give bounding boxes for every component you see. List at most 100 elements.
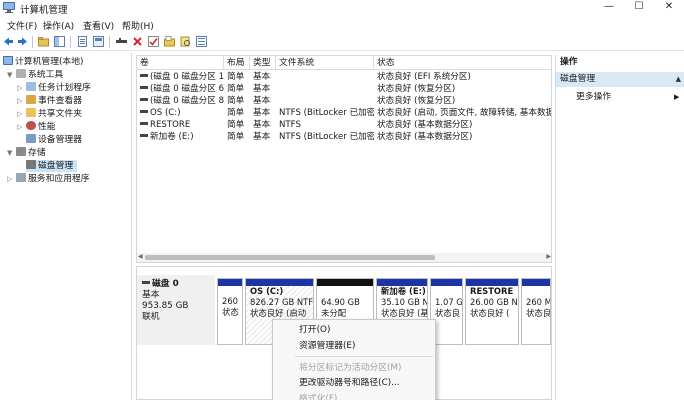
tree-item-label: 服务和应用程序 [28, 174, 90, 184]
chevron-down-icon[interactable]: ▼ [7, 69, 16, 81]
menu-bar: 文件(F) 操作(A) 查看(V) 帮助(H) [0, 17, 684, 32]
table-row[interactable]: (磁盘 0 磁盘分区 6) [137, 83, 225, 95]
tree-root-label: 计算机管理(本地) [15, 57, 84, 67]
show-pane-icon[interactable] [54, 36, 65, 47]
tree-item-system-tools[interactable]: ▼ 系统工具 [7, 69, 63, 81]
table-row[interactable]: (磁盘 0 磁盘分区 8) [137, 95, 225, 107]
disk-icon [26, 160, 36, 169]
tree-item-disk-management[interactable]: 磁盘管理 [26, 160, 78, 172]
menu-view[interactable]: 查看(V) [83, 19, 114, 32]
chevron-right-icon[interactable]: ▷ [17, 82, 26, 94]
partition-name: RESTORE [470, 286, 514, 296]
cell-type: 基本 [253, 84, 271, 94]
delete-icon[interactable] [132, 36, 143, 47]
column-header-layout[interactable]: 布局 [224, 56, 250, 70]
tree-item-label: 任务计划程序 [38, 83, 91, 93]
minimize-button[interactable]: — [594, 0, 624, 16]
partition-bar [246, 279, 313, 286]
tree-item-label: 存储 [28, 148, 46, 158]
disk-name: 磁盘 0 [152, 279, 179, 289]
menu-item-format: 格式化(F)... [299, 394, 346, 400]
help-icon[interactable] [93, 36, 104, 47]
partition-restore[interactable]: RESTORE 26.00 GB N 状态良好 ( [465, 278, 519, 345]
menu-item-open[interactable]: 打开(O) [299, 323, 330, 337]
cell-filesystem [276, 71, 374, 83]
column-header-volume[interactable]: 卷 [137, 56, 224, 70]
maximize-button[interactable]: ☐ [624, 0, 654, 16]
menu-file[interactable]: 文件(F) [7, 19, 37, 32]
menu-item-mark-active: 将分区标记为活动分区(M) [299, 363, 402, 373]
disk-info[interactable]: 磁盘 0 基本 953.85 GB 联机 [137, 275, 215, 345]
services-icon [16, 173, 26, 182]
window-title: 计算机管理 [20, 5, 68, 16]
tree-item-storage[interactable]: ▼ 存储 [7, 147, 46, 159]
chevron-right-icon[interactable]: ▶ [674, 90, 679, 104]
partition-size: 1.07 G [435, 297, 463, 307]
column-header-type[interactable]: 类型 [250, 56, 276, 70]
tree-item-services-apps[interactable]: ▷ 服务和应用程序 [7, 173, 90, 185]
folder-icon[interactable] [164, 36, 175, 47]
tree-item-label: 系统工具 [28, 70, 64, 80]
close-button[interactable]: ✕ [654, 0, 684, 16]
checkmark-icon[interactable] [148, 36, 159, 47]
table-row[interactable]: OS (C:) [137, 107, 225, 119]
toolbar-separator [109, 36, 110, 48]
tree-item-task-scheduler[interactable]: ▷ 任务计划程序 [17, 82, 91, 94]
table-row[interactable]: (磁盘 0 磁盘分区 1) [137, 71, 225, 83]
actions-section-disk-management[interactable]: 磁盘管理 ▲ [556, 72, 684, 87]
search-icon[interactable] [180, 36, 191, 47]
more-actions-link[interactable]: 更多操作 [576, 90, 611, 104]
tree-item-performance[interactable]: ▷ 性能 [17, 121, 56, 133]
back-icon[interactable] [3, 36, 14, 47]
properties-icon[interactable] [77, 36, 88, 47]
partition-status: 状态良 [526, 308, 551, 318]
scroll-left-icon[interactable]: ◀ [138, 253, 143, 260]
cell-status: 状态良好 (恢复分区) [377, 96, 456, 106]
chevron-right-icon[interactable]: ▷ [7, 173, 16, 185]
scroll-right-icon[interactable]: ▶ [546, 253, 551, 260]
column-header-status[interactable]: 状态 [374, 56, 551, 70]
list-view-icon[interactable] [196, 36, 207, 47]
chevron-right-icon[interactable]: ▷ [17, 108, 26, 120]
disk-icon [142, 281, 150, 284]
connect-icon[interactable] [116, 36, 127, 47]
forward-icon[interactable] [17, 36, 28, 47]
cell-status: 状态良好 (基本数据分区) [377, 120, 473, 130]
tree-item-device-manager[interactable]: 设备管理器 [26, 134, 82, 146]
chevron-down-icon[interactable]: ▼ [7, 147, 16, 159]
actions-header: 操作 [560, 57, 578, 67]
toolbar [0, 33, 684, 51]
partition-status: 状态 [222, 307, 239, 317]
column-header-filesystem[interactable]: 文件系统 [276, 56, 374, 70]
tree-item-shared-folders[interactable]: ▷ 共享文件夹 [17, 108, 82, 120]
cell-layout: 简单 [227, 72, 245, 82]
partition-bar [431, 279, 462, 286]
tree-item-event-viewer[interactable]: ▷ 事件查看器 [17, 95, 82, 107]
volume-icon [140, 110, 148, 113]
context-menu: 打开(O) 资源管理器(E) 将分区标记为活动分区(M) 更改驱动器号和路径(C… [272, 319, 436, 400]
scrollbar-thumb[interactable] [145, 255, 435, 260]
partition-recovery-last[interactable]: 260 M 状态良 [521, 278, 551, 345]
partition-status: 状态良好 (启动 [250, 308, 307, 318]
menu-item-explorer[interactable]: 资源管理器(E) [299, 339, 355, 353]
device-manager-icon [26, 134, 36, 143]
partition-efi[interactable]: 260 状态 [217, 278, 243, 345]
menu-help[interactable]: 帮助(H) [122, 19, 154, 32]
chevron-right-icon[interactable]: ▷ [17, 95, 26, 107]
menu-item-change-drive-letter[interactable]: 更改驱动器号和路径(C)... [299, 376, 400, 390]
disk-size: 953.85 GB [142, 301, 189, 311]
menu-action[interactable]: 操作(A) [43, 19, 74, 32]
cell-layout: 简单 [227, 120, 245, 130]
collapse-up-icon[interactable]: ▲ [676, 72, 681, 87]
cell-layout: 简单 [227, 132, 245, 142]
table-row[interactable]: 新加卷 (E:) [137, 131, 225, 143]
shared-folder-icon [26, 108, 36, 117]
horizontal-scrollbar[interactable]: ◀ ▶ [137, 253, 551, 262]
up-folder-icon[interactable] [38, 36, 49, 47]
cell-volume: (磁盘 0 磁盘分区 1) [150, 72, 225, 82]
chevron-right-icon[interactable]: ▷ [17, 121, 26, 133]
table-row[interactable]: RESTORE [137, 119, 225, 131]
tree-root[interactable]: 计算机管理(本地) [3, 56, 83, 68]
cell-type: 基本 [253, 72, 271, 82]
partition-size: 260 [222, 296, 238, 306]
